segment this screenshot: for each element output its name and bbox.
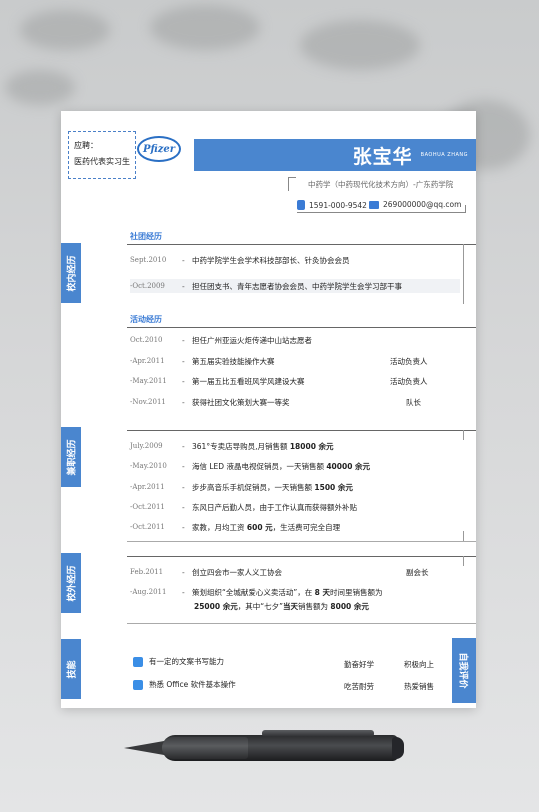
divider	[127, 244, 476, 245]
divider	[127, 623, 476, 624]
list-item: -Oct.2011 - 东风日产后勤人员，由于工作认真而获得额外补贴	[130, 502, 357, 512]
office-icon	[133, 679, 143, 690]
phone-icon	[297, 200, 305, 210]
mail-icon	[369, 200, 379, 209]
list-item: 25000 余元，其中“七夕”当天销售额为 8000 余元	[194, 601, 369, 611]
divider	[465, 205, 466, 213]
pfizer-logo: Pfizer	[137, 136, 181, 162]
section-title-clubs: 社团经历	[130, 232, 162, 241]
list-item: -Oct.2011 - 家教，月均工资 600 元，生活费可完全自理	[130, 522, 341, 532]
resume-page: 应聘： 医药代表实习生 Pfizer 张宝华 BAOHUA ZHANG 中药学（…	[61, 111, 476, 708]
divider	[463, 244, 464, 304]
tab-parttime-experience: 兼职经历	[61, 427, 81, 487]
apply-label: 应聘：	[74, 141, 98, 150]
name-banner: 张宝华 BAOHUA ZHANG	[194, 139, 476, 171]
tab-offcampus-experience: 校外经历	[61, 553, 81, 613]
divider	[297, 212, 465, 213]
pen-cap	[392, 737, 404, 759]
divider	[127, 327, 476, 328]
list-item: Feb.2011 - 创立四会市一家人义工协会 副会长	[130, 567, 429, 577]
trait-item: 积极向上	[404, 660, 434, 669]
candidate-name: 张宝华	[352, 145, 413, 168]
pen-clip	[262, 730, 374, 737]
tab-campus-experience: 校内经历	[61, 243, 81, 303]
pen-tip	[124, 741, 164, 755]
email-contact: 269000000@qq.com	[369, 200, 461, 209]
trait-item: 勤奋好学	[344, 660, 374, 669]
phone-contact: 1591-000-9542	[297, 200, 367, 210]
list-item: -May.2011 - 第一届五比五看班风学风建设大赛 活动负责人	[130, 376, 428, 386]
leaf-shadow	[5, 70, 75, 105]
skill-item: 有一定的文案书写能力	[133, 656, 224, 667]
email-address: 269000000@qq.com	[383, 200, 462, 209]
pen-grip	[162, 737, 248, 759]
divider	[127, 430, 476, 431]
list-item: Sept.2010 - 中药学院学生会学术科技部部长、针灸协会会员	[130, 255, 350, 265]
tab-skills: 技能	[61, 639, 81, 699]
section-title-activities: 活动经历	[130, 315, 162, 324]
candidate-name-pinyin: BAOHUA ZHANG	[420, 152, 468, 158]
divider	[463, 430, 464, 440]
list-item: July.2009 - 361°专卖店导购员,月销售额 18000 余元	[130, 441, 334, 451]
list-item: -Oct.2009 - 担任团支书、青年志愿者协会会员、中药学院学生会学习部干事	[130, 279, 460, 293]
list-item: -Aug.2011 - 策划组织“全城献爱心义卖活动”，在 8 天时间里销售额为	[130, 587, 383, 597]
document-icon	[133, 656, 143, 667]
tab-self-evaluation: 自我评价	[452, 638, 476, 703]
apply-box: 应聘： 医药代表实习生	[68, 131, 136, 179]
divider	[127, 541, 476, 542]
divider	[463, 531, 464, 541]
trait-item: 热爱销售	[404, 682, 434, 691]
divider	[463, 556, 464, 566]
bracket-decoration	[288, 177, 296, 191]
apply-position: 医药代表实习生	[74, 157, 130, 166]
list-item: -Apr.2011 - 步步高音乐手机促销员，一天销售额 1500 余元	[130, 482, 353, 492]
list-item: -Nov.2011 - 获得社团文化策划大赛一等奖 队长	[130, 397, 421, 407]
leaf-shadow	[20, 10, 110, 50]
list-item: -May.2010 - 海信 LED 液晶电视促销员，一天销售额 40000 余…	[130, 461, 371, 471]
skill-item: 熟悉 Office 软件基本操作	[133, 679, 236, 690]
leaf-shadow	[150, 5, 260, 50]
trait-item: 吃苦耐劳	[344, 682, 374, 691]
list-item: Oct.2010 - 担任广州亚运火炬传递中山站志愿者	[130, 335, 312, 345]
major-school: 中药学（中药现代化技术方向）-广东药学院	[308, 180, 454, 189]
divider	[127, 556, 476, 557]
phone-number: 1591-000-9542	[309, 200, 367, 210]
leaf-shadow	[300, 20, 420, 70]
list-item: -Apr.2011 - 第五届实验技能操作大赛 活动负责人	[130, 356, 428, 366]
